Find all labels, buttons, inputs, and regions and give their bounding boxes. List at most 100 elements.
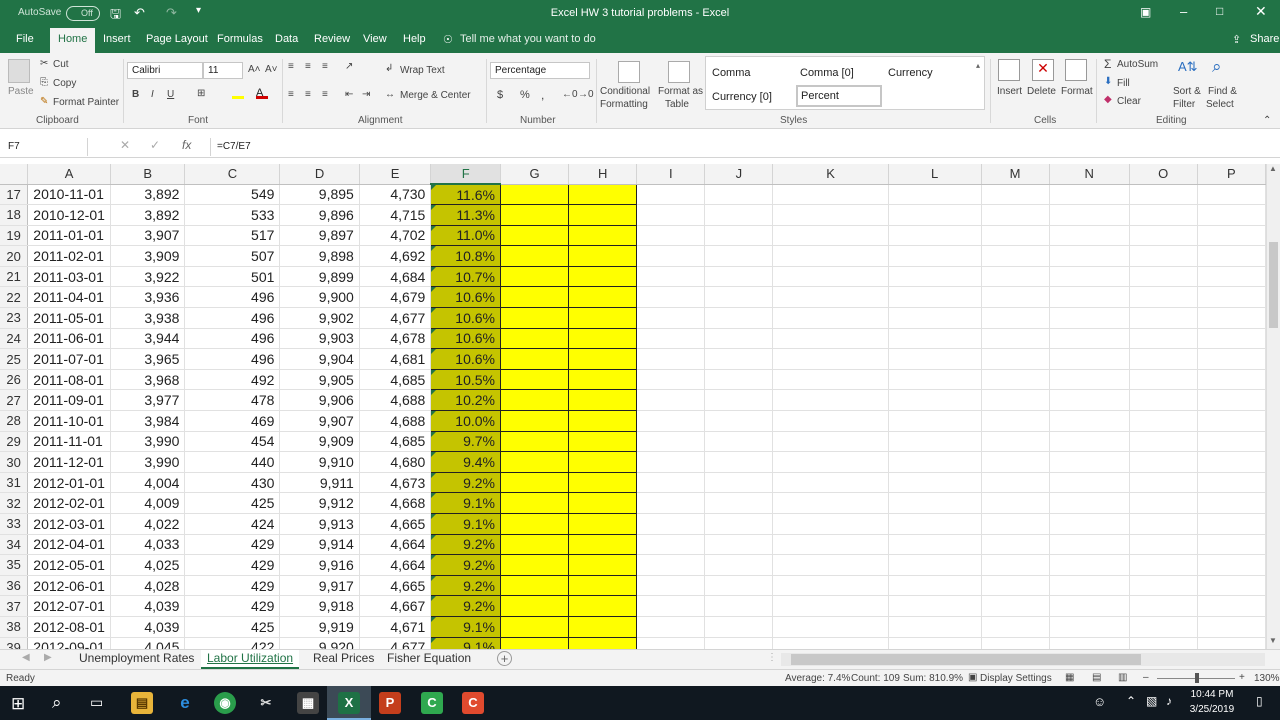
cell-i[interactable]	[636, 534, 706, 556]
cell-c[interactable]: 429	[184, 595, 281, 617]
cell-k[interactable]	[772, 348, 889, 370]
percent-style-button[interactable]: %	[520, 89, 530, 101]
format-painter-button[interactable]: Format Painter	[53, 97, 119, 108]
restore-icon[interactable]: □	[1216, 4, 1223, 18]
task-view-icon[interactable]: ▭	[90, 694, 103, 711]
cell-a[interactable]: 2012-06-01	[27, 575, 111, 597]
cell-g[interactable]	[500, 286, 570, 309]
cell-j[interactable]	[704, 204, 774, 226]
cell-i[interactable]	[636, 451, 706, 473]
row-header[interactable]: 34	[0, 534, 29, 556]
cell-m[interactable]	[981, 225, 1050, 247]
comma-style-button[interactable]: ,	[541, 88, 544, 102]
insert-cells-button[interactable]: Insert	[997, 86, 1022, 97]
cell-p[interactable]	[1197, 513, 1266, 535]
cell-m[interactable]	[981, 431, 1050, 453]
wrap-text-icon[interactable]: ↲	[385, 63, 393, 74]
file-explorer-icon[interactable]: ▤	[131, 692, 153, 714]
style-percent[interactable]: Percent	[796, 85, 882, 107]
cell-j[interactable]	[704, 184, 774, 206]
cell-o[interactable]	[1129, 575, 1198, 597]
cell-n[interactable]	[1049, 369, 1130, 391]
cell-k[interactable]	[772, 410, 889, 432]
autosave-toggle[interactable]: Off	[66, 6, 100, 21]
cell-g[interactable]	[500, 451, 570, 473]
cell-m[interactable]	[981, 410, 1050, 432]
undo-icon[interactable]: ↶	[134, 5, 145, 21]
column-header-i[interactable]: I	[636, 164, 706, 185]
cell-d[interactable]: 9,919	[279, 616, 360, 638]
cell-d[interactable]: 9,896	[279, 204, 360, 226]
column-header-d[interactable]: D	[279, 164, 360, 185]
scroll-down-icon[interactable]: ▼	[1269, 636, 1277, 645]
column-header-a[interactable]: A	[27, 164, 111, 185]
conditional-formatting-label[interactable]: Conditional	[600, 86, 650, 97]
row-header[interactable]: 22	[0, 286, 29, 309]
cell-c[interactable]: 429	[184, 575, 281, 597]
cell-h[interactable]	[568, 245, 638, 267]
cell-c[interactable]: 429	[184, 554, 281, 576]
cell-n[interactable]	[1049, 472, 1130, 494]
cell-e[interactable]: 4,664	[359, 534, 432, 556]
cell-c[interactable]: 507	[184, 245, 281, 267]
cell-g[interactable]	[500, 431, 570, 453]
cell-n[interactable]	[1049, 307, 1130, 329]
cell-a[interactable]: 2010-11-01	[27, 184, 111, 206]
cell-n[interactable]	[1049, 225, 1130, 247]
cell-a[interactable]: 2012-05-01	[27, 554, 111, 576]
cell-j[interactable]	[704, 637, 774, 649]
row-header[interactable]: 25	[0, 348, 29, 370]
customize-qat-icon[interactable]: ▾	[196, 5, 201, 16]
cell-c[interactable]: 440	[184, 451, 281, 473]
cell-i[interactable]	[636, 595, 706, 617]
find-label[interactable]: Find &	[1208, 86, 1237, 97]
cell-m[interactable]	[981, 266, 1050, 288]
cell-e[interactable]: 4,685	[359, 431, 432, 453]
fill-icon[interactable]: ⬇	[1104, 76, 1112, 87]
cell-e[interactable]: 4,688	[359, 410, 432, 432]
style-comma-0[interactable]: Comma [0]	[800, 67, 854, 79]
cell-b[interactable]: 4,009	[110, 492, 186, 514]
select-all-corner[interactable]	[0, 164, 29, 185]
cell-i[interactable]	[636, 431, 706, 453]
cell-h[interactable]	[568, 184, 638, 206]
cell-l[interactable]	[888, 431, 982, 453]
prev-sheet-icon[interactable]: ◀	[22, 652, 30, 663]
cell-m[interactable]	[981, 369, 1050, 391]
column-header-f[interactable]: F	[430, 164, 501, 185]
align-center-icon[interactable]: ≡	[305, 89, 311, 100]
cell-d[interactable]: 9,910	[279, 451, 360, 473]
cell-j[interactable]	[704, 328, 774, 350]
cell-o[interactable]	[1129, 307, 1198, 329]
cell-p[interactable]	[1197, 184, 1266, 206]
cell-o[interactable]	[1129, 472, 1198, 494]
cell-d[interactable]: 9,920	[279, 637, 360, 649]
cell-h[interactable]	[568, 616, 638, 638]
cell-n[interactable]	[1049, 554, 1130, 576]
number-format-dropdown[interactable]: Percentage	[490, 62, 590, 79]
cell-a[interactable]: 2012-08-01	[27, 616, 111, 638]
cell-g[interactable]	[500, 328, 570, 350]
cell-i[interactable]	[636, 389, 706, 412]
cell-f[interactable]: 9.2%	[430, 595, 501, 617]
column-header-e[interactable]: E	[359, 164, 432, 185]
cell-i[interactable]	[636, 245, 706, 267]
cell-h[interactable]	[568, 266, 638, 288]
cell-e[interactable]: 4,685	[359, 369, 432, 391]
row-header[interactable]: 38	[0, 616, 29, 638]
autosum-icon[interactable]: Σ	[1104, 57, 1111, 71]
cell-h[interactable]	[568, 204, 638, 226]
cell-a[interactable]: 2011-08-01	[27, 369, 111, 391]
cell-j[interactable]	[704, 575, 774, 597]
cell-l[interactable]	[888, 451, 982, 473]
cell-n[interactable]	[1049, 184, 1130, 206]
cell-h[interactable]	[568, 369, 638, 391]
cell-p[interactable]	[1197, 369, 1266, 391]
cell-a[interactable]: 2011-02-01	[27, 245, 111, 267]
cell-b[interactable]: 4,039	[110, 616, 186, 638]
fill-button[interactable]: Fill	[1117, 78, 1130, 89]
cell-n[interactable]	[1049, 348, 1130, 370]
tab-page-layout[interactable]: Page Layout	[146, 33, 208, 45]
row-header[interactable]: 33	[0, 513, 29, 535]
cell-e[interactable]: 4,665	[359, 513, 432, 535]
